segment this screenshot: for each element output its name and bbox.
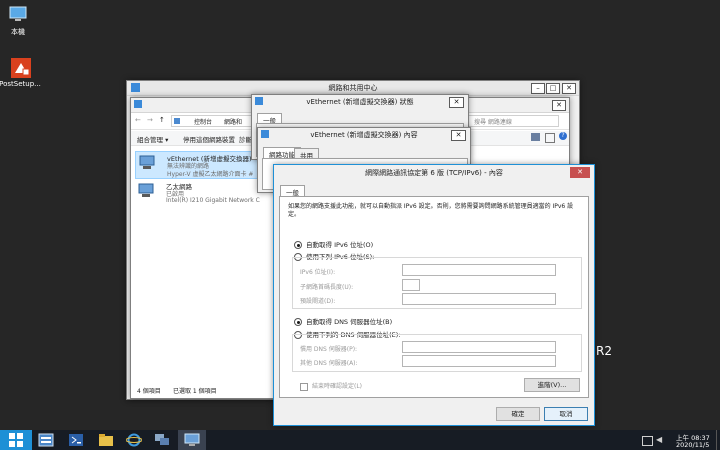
desktop-watermark: R2 [596, 344, 612, 358]
desktop-icon-postsetup[interactable]: PostSetup... [0, 57, 46, 88]
item-count: 4 個項目 [137, 388, 161, 395]
radio-indicator [294, 241, 302, 249]
ok-button[interactable]: 確定 [496, 407, 540, 421]
ipv6-address-field[interactable] [402, 264, 556, 276]
network-connections-taskbar-icon[interactable] [178, 430, 206, 450]
tab-panel: 如果您的網路支援此功能，就可以自動指派 IPv6 設定。否則，您將需要詢問網路系… [279, 196, 589, 398]
radio-label: 自動取得 DNS 伺服器位址(B) [306, 318, 393, 326]
list-item[interactable]: vEthernet (新增虛擬交換器) 無法辨識的網路 Hyper-V 虛擬乙太… [135, 151, 259, 179]
maximize-button[interactable]: □ [546, 83, 560, 94]
selected-count: 已選取 1 個項目 [173, 388, 217, 395]
up-arrow-icon[interactable]: ↑ [159, 116, 165, 124]
auto-ipv6-radio[interactable]: 自動取得 IPv6 位址(O) [294, 239, 373, 249]
minimize-button[interactable]: – [531, 83, 545, 94]
advanced-button[interactable]: 進階(V)... [524, 378, 580, 392]
titlebar[interactable]: vEthernet (新增虛擬交換器) 內容 ✕ [258, 128, 470, 142]
pane-icon[interactable] [545, 133, 555, 143]
show-desktop-button[interactable] [716, 430, 720, 450]
prefix-length-label: 子網路首碼長度(U): [300, 284, 354, 291]
ipv6-properties-dialog[interactable]: 網際網路通訊協定第 6 版 (TCP/IPv6) - 內容 ✕ 一般 如果您的網… [273, 164, 595, 426]
radio-indicator [294, 318, 302, 326]
ipv6-address-label: IPv6 位址(I): [300, 269, 336, 276]
desktop-icon-label: 本機 [11, 28, 25, 36]
hyper-v-manager-icon[interactable] [148, 430, 176, 450]
forward-arrow-icon[interactable]: → [147, 116, 153, 124]
close-icon: ✕ [577, 168, 583, 176]
auto-dns-radio[interactable]: 自動取得 DNS 伺服器位址(B) [294, 316, 392, 326]
file-explorer-icon[interactable] [92, 430, 120, 450]
address-field[interactable]: 控制台 網路和 [171, 115, 253, 127]
checkbox-label: 結束時確認設定(L) [312, 383, 363, 390]
close-button[interactable]: ✕ [552, 100, 566, 111]
taskbar: ◀ 上午 08:37 2020/11/5 [0, 430, 720, 450]
description-text: 如果您的網路支援此功能，就可以自動指派 IPv6 設定。否則，您將需要詢問網路系… [288, 203, 574, 218]
gateway-label: 預設閘道(D): [300, 298, 336, 305]
window-title: vEthernet (新增虛擬交換器) 內容 [310, 131, 418, 139]
titlebar[interactable]: 網際網路通訊協定第 6 版 (TCP/IPv6) - 內容 ✕ [274, 165, 594, 180]
close-button[interactable]: ✕ [451, 130, 466, 141]
network-adapter-icon [138, 183, 156, 201]
server-manager-icon[interactable] [32, 430, 60, 450]
desktop-icon-label: PostSetup... [0, 80, 41, 88]
gateway-field[interactable] [402, 293, 556, 305]
titlebar[interactable]: vEthernet (新增虛擬交換器) 狀態 ✕ [252, 95, 468, 109]
windows-logo-icon [9, 433, 23, 447]
connection-device: Hyper-V 虛擬乙太網路介面卡 # [167, 171, 254, 178]
network-tray-icon[interactable] [642, 436, 653, 446]
window-title: vEthernet (新增虛擬交換器) 狀態 [306, 98, 414, 106]
connection-device: Intel(R) I210 Gigabit Network C [166, 197, 260, 204]
powershell-icon[interactable] [62, 430, 90, 450]
preferred-dns-label: 慣用 DNS 伺服器(P): [300, 346, 358, 353]
close-button[interactable]: ✕ [570, 167, 590, 178]
control-panel-icon [174, 118, 180, 124]
volume-tray-icon[interactable]: ◀ [656, 435, 662, 444]
view-options-icon[interactable] [531, 133, 540, 141]
alternate-dns-label: 其他 DNS 伺服器(A): [300, 360, 358, 367]
validate-settings-checkbox[interactable]: 結束時確認設定(L) [300, 381, 362, 391]
prefix-length-field[interactable] [402, 279, 420, 291]
search-input[interactable]: 搜尋 網路連線 [467, 115, 559, 127]
internet-explorer-icon[interactable] [120, 430, 148, 450]
help-icon[interactable]: ? [559, 132, 567, 140]
preferred-dns-field[interactable] [402, 341, 556, 353]
list-item[interactable]: 乙太網路 已啟用 Intel(R) I210 Gigabit Network C [135, 180, 260, 206]
postsetup-icon [10, 57, 31, 78]
desktop-icon-this-pc[interactable]: 本機 [0, 4, 42, 37]
checkbox-indicator [300, 382, 308, 391]
back-arrow-icon[interactable]: ← [135, 116, 141, 124]
breadcrumb-control-panel[interactable]: 控制台 [194, 117, 212, 126]
network-icon [134, 100, 142, 108]
organize-menu[interactable]: 組合管理 ▾ [137, 134, 168, 144]
alternate-dns-field[interactable] [402, 355, 556, 367]
radio-label: 自動取得 IPv6 位址(O) [306, 241, 374, 249]
disable-device-button[interactable]: 停用這個網路裝置 [183, 134, 235, 144]
network-adapter-icon [139, 155, 157, 173]
search-placeholder: 搜尋 網路連線 [474, 119, 512, 126]
window-title: 網路和共用中心 [328, 84, 378, 92]
clock-date[interactable]: 2020/11/5 [676, 441, 709, 449]
computer-icon [8, 4, 28, 24]
close-button[interactable]: ✕ [562, 83, 576, 94]
close-button[interactable]: ✕ [449, 97, 464, 108]
breadcrumb-network[interactable]: 網路和 [224, 117, 242, 126]
cancel-button[interactable]: 取消 [544, 407, 588, 421]
window-title: 網際網路通訊協定第 6 版 (TCP/IPv6) - 內容 [365, 169, 503, 177]
start-button[interactable] [0, 430, 32, 450]
